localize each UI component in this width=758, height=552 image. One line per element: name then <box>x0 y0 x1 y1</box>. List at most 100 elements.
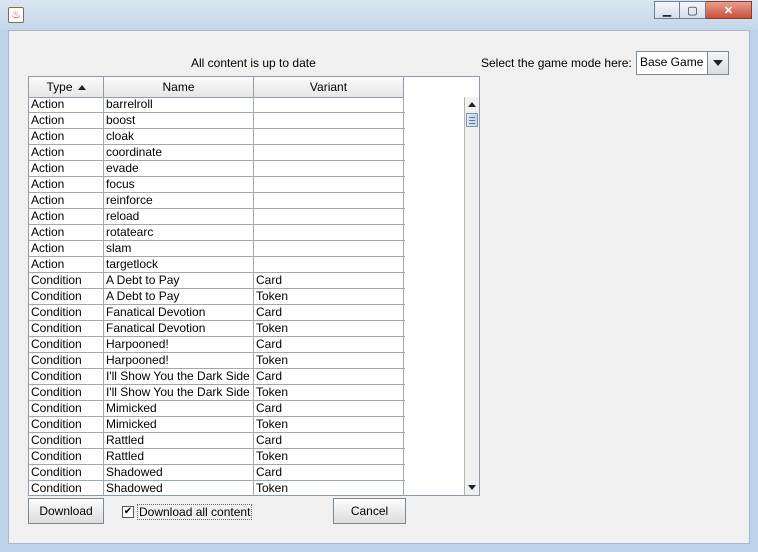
table-cell-name: A Debt to Pay <box>104 273 254 288</box>
table-cell-variant <box>254 145 404 160</box>
scroll-down-button[interactable] <box>465 480 479 495</box>
content-table: Type Name Variant Action barrelroll Action… <box>28 76 480 496</box>
table-row[interactable]: Action focus <box>29 177 405 193</box>
game-mode-select[interactable]: Base Game <box>636 51 729 75</box>
table-cell-type: Condition <box>29 401 104 416</box>
table-row[interactable]: Condition Fanatical Devotion Card <box>29 305 405 321</box>
table-row[interactable]: Action slam <box>29 241 405 257</box>
table-cell-name: A Debt to Pay <box>104 289 254 304</box>
table-cell-variant: Card <box>254 401 404 416</box>
table-cell-variant <box>254 257 404 272</box>
table-cell-type: Condition <box>29 353 104 368</box>
table-row[interactable]: Action evade <box>29 161 405 177</box>
table-cell-variant: Token <box>254 353 404 368</box>
table-cell-variant: Card <box>254 273 404 288</box>
table-cell-name: Fanatical Devotion <box>104 321 254 336</box>
column-header-name[interactable]: Name <box>104 77 254 97</box>
table-row[interactable]: Condition Harpooned! Card <box>29 337 405 353</box>
table-cell-name: coordinate <box>104 145 254 160</box>
dialog-content: All content is up to date Select the gam… <box>8 30 750 544</box>
table-cell-variant: Card <box>254 337 404 352</box>
table-row[interactable]: Condition Fanatical Devotion Token <box>29 321 405 337</box>
game-mode-dropdown-button[interactable] <box>707 52 728 74</box>
table-row[interactable]: Action cloak <box>29 129 405 145</box>
download-button[interactable]: Download <box>28 498 104 524</box>
minimize-button[interactable]: ▁ <box>654 1 680 19</box>
table-cell-type: Condition <box>29 465 104 480</box>
game-mode-value: Base Game <box>640 55 704 69</box>
table-cell-type: Action <box>29 129 104 144</box>
table-row[interactable]: Condition A Debt to Pay Token <box>29 289 405 305</box>
table-cell-variant: Token <box>254 385 404 400</box>
maximize-button[interactable]: ▢ <box>680 1 706 19</box>
sort-ascending-icon <box>77 84 86 90</box>
download-all-checkbox[interactable]: ✔ <box>122 506 134 518</box>
table-cell-variant: Card <box>254 369 404 384</box>
table-row[interactable]: Condition I'll Show You the Dark Side Toke… <box>29 385 405 401</box>
checkmark-icon: ✔ <box>123 506 133 517</box>
column-header-type[interactable]: Type <box>29 77 104 97</box>
table-cell-variant: Token <box>254 417 404 432</box>
table-cell-name: slam <box>104 241 254 256</box>
table-row[interactable]: Action reinforce <box>29 193 405 209</box>
table-header: Type Name Variant <box>29 77 404 98</box>
table-row[interactable]: Condition Rattled Card <box>29 433 405 449</box>
table-cell-name: Harpooned! <box>104 337 254 352</box>
table-cell-variant: Card <box>254 465 404 480</box>
table-cell-type: Condition <box>29 433 104 448</box>
title-bar: ♨ ▁ ▢ ✕ <box>0 0 758 30</box>
table-cell-type: Action <box>29 209 104 224</box>
table-cell-variant <box>254 193 404 208</box>
table-cell-type: Condition <box>29 385 104 400</box>
table-cell-variant <box>254 129 404 144</box>
table-row[interactable]: Action reload <box>29 209 405 225</box>
table-row[interactable]: Action boost <box>29 113 405 129</box>
table-cell-variant <box>254 113 404 128</box>
table-row[interactable]: Condition Mimicked Card <box>29 401 405 417</box>
table-row[interactable]: Condition Shadowed Token <box>29 481 405 495</box>
column-header-variant[interactable]: Variant <box>254 77 404 97</box>
table-cell-variant: Token <box>254 481 404 495</box>
table-cell-name: cloak <box>104 129 254 144</box>
table-row[interactable]: Condition Rattled Token <box>29 449 405 465</box>
table-cell-type: Condition <box>29 337 104 352</box>
table-row[interactable]: Condition I'll Show You the Dark Side Card <box>29 369 405 385</box>
table-cell-name: reload <box>104 209 254 224</box>
table-cell-name: Harpooned! <box>104 353 254 368</box>
table-cell-type: Action <box>29 257 104 272</box>
table-cell-type: Action <box>29 161 104 176</box>
close-button[interactable]: ✕ <box>706 1 752 19</box>
arrow-down-icon <box>468 485 476 490</box>
table-cell-type: Action <box>29 241 104 256</box>
table-cell-type: Action <box>29 97 104 112</box>
table-row[interactable]: Condition Mimicked Token <box>29 417 405 433</box>
download-all-checkbox-row[interactable]: ✔ Download all content <box>122 503 253 521</box>
table-cell-variant: Token <box>254 321 404 336</box>
table-cell-type: Condition <box>29 417 104 432</box>
table-cell-name: evade <box>104 161 254 176</box>
table-cell-name: Mimicked <box>104 401 254 416</box>
table-cell-variant: Token <box>254 449 404 464</box>
scroll-up-button[interactable] <box>465 97 479 112</box>
window-controls: ▁ ▢ ✕ <box>654 1 752 19</box>
table-cell-type: Condition <box>29 481 104 495</box>
table-cell-name: Shadowed <box>104 481 254 495</box>
vertical-scrollbar[interactable] <box>464 97 479 495</box>
java-app-icon: ♨ <box>8 7 24 23</box>
table-row[interactable]: Condition A Debt to Pay Card <box>29 273 405 289</box>
table-row[interactable]: Action barrelroll <box>29 97 405 113</box>
table-row[interactable]: Action coordinate <box>29 145 405 161</box>
table-row[interactable]: Condition Shadowed Card <box>29 465 405 481</box>
cancel-button[interactable]: Cancel <box>333 498 406 524</box>
download-all-label[interactable]: Download all content <box>137 504 253 520</box>
table-cell-type: Condition <box>29 289 104 304</box>
table-row[interactable]: Action targetlock <box>29 257 405 273</box>
table-cell-name: barrelroll <box>104 97 254 112</box>
table-cell-name: Fanatical Devotion <box>104 305 254 320</box>
table-row[interactable]: Action rotatearc <box>29 225 405 241</box>
table-cell-type: Condition <box>29 305 104 320</box>
table-cell-type: Condition <box>29 449 104 464</box>
scrollbar-thumb[interactable] <box>466 113 478 127</box>
table-row[interactable]: Condition Harpooned! Token <box>29 353 405 369</box>
table-cell-variant <box>254 241 404 256</box>
